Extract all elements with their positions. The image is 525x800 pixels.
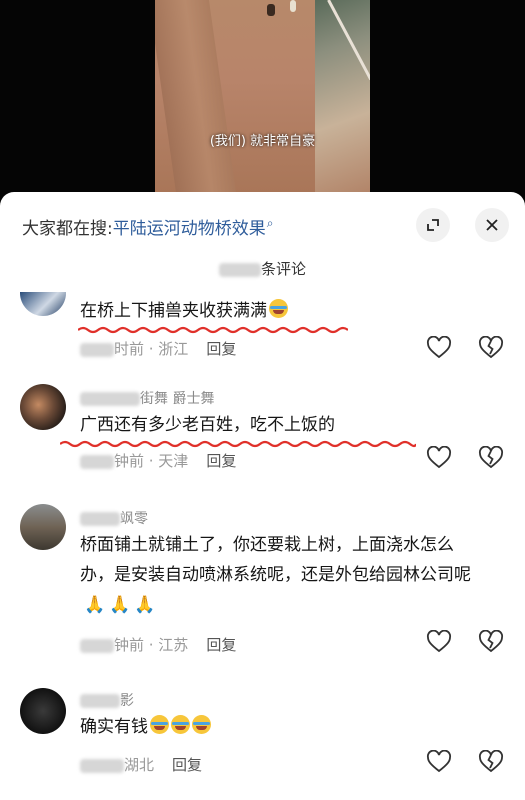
broken-heart-icon bbox=[479, 630, 503, 653]
dislike-button[interactable] bbox=[476, 628, 506, 656]
avatar[interactable] bbox=[20, 384, 66, 430]
blurred-name bbox=[80, 694, 120, 708]
reply-button[interactable]: 回复 bbox=[206, 452, 236, 470]
heart-icon bbox=[427, 446, 451, 469]
expand-button[interactable] bbox=[416, 208, 450, 242]
crying-laughing-emoji bbox=[269, 299, 288, 318]
heart-icon bbox=[427, 336, 451, 359]
comment-text: 确实有钱 bbox=[80, 712, 477, 742]
comment-username[interactable]: 影 bbox=[80, 690, 134, 710]
crying-laughing-emoji bbox=[171, 715, 190, 734]
avatar[interactable] bbox=[20, 688, 66, 734]
comment-meta: 时前 · 浙江 回复 bbox=[80, 338, 236, 359]
blurred-time bbox=[80, 342, 114, 357]
blurred-time bbox=[80, 638, 114, 653]
heart-icon bbox=[427, 630, 451, 653]
blurred-time bbox=[80, 454, 114, 469]
comment-username[interactable]: 飒零 bbox=[80, 508, 148, 528]
broken-heart-icon bbox=[479, 446, 503, 469]
expand-icon bbox=[427, 219, 439, 231]
person-figure bbox=[267, 4, 275, 16]
search-prefix: 大家都在搜: bbox=[22, 219, 113, 239]
comment-text: 在桥上下捕兽夹收获满满 bbox=[80, 296, 477, 326]
pray-emoji: 🙏 bbox=[84, 595, 106, 615]
blurred-time bbox=[80, 758, 124, 773]
reply-button[interactable]: 回复 bbox=[172, 756, 202, 774]
reply-button[interactable]: 回复 bbox=[206, 636, 236, 654]
crying-laughing-emoji bbox=[150, 715, 169, 734]
blurred-name bbox=[80, 392, 140, 406]
person-figure bbox=[290, 0, 296, 12]
close-icon bbox=[486, 219, 498, 231]
comment-count: 条评论 bbox=[0, 258, 525, 279]
comment-meta: 钟前 · 天津 回复 bbox=[80, 450, 236, 471]
avatar[interactable] bbox=[20, 504, 66, 550]
video-subtitle: (我们) 就非常自豪 bbox=[209, 134, 316, 149]
comment-count-label: 条评论 bbox=[260, 260, 306, 278]
like-button[interactable] bbox=[424, 444, 454, 472]
red-underline bbox=[60, 440, 416, 448]
like-button[interactable] bbox=[424, 748, 454, 776]
blurred-name bbox=[80, 512, 120, 526]
close-button[interactable] bbox=[475, 208, 509, 242]
pray-emoji: 🙏 bbox=[109, 595, 131, 615]
reply-button[interactable]: 回复 bbox=[206, 340, 236, 358]
comment-meta: 湖北 回复 bbox=[80, 754, 202, 775]
pray-emoji: 🙏 bbox=[134, 595, 156, 615]
heart-icon bbox=[427, 750, 451, 773]
comment-username[interactable]: 街舞 爵士舞 bbox=[80, 388, 214, 408]
search-query[interactable]: 平陆运河动物桥效果 bbox=[113, 219, 266, 239]
red-underline bbox=[78, 326, 348, 334]
comment-sheet: 大家都在搜:平陆运河动物桥效果⌕ 条评论 在桥上下捕兽夹收获满满 时前 · 浙江… bbox=[0, 192, 525, 800]
dislike-button[interactable] bbox=[476, 334, 506, 362]
like-button[interactable] bbox=[424, 334, 454, 362]
dislike-button[interactable] bbox=[476, 748, 506, 776]
comment-meta: 钟前 · 江苏 回复 bbox=[80, 634, 236, 655]
video-frame bbox=[155, 0, 370, 200]
comment-text: 桥面铺土就铺土了，你还要栽上树，上面浇水怎么办，是安装自动喷淋系统呢，还是外包给… bbox=[80, 530, 485, 620]
like-button[interactable] bbox=[424, 628, 454, 656]
video-player[interactable]: (我们) 就非常自豪 bbox=[0, 0, 525, 200]
comment-text: 广西还有多少老百姓，吃不上饭的 bbox=[80, 415, 335, 435]
crying-laughing-emoji bbox=[192, 715, 211, 734]
broken-heart-icon bbox=[479, 750, 503, 773]
bridge-track bbox=[155, 0, 238, 200]
blurred-count bbox=[218, 262, 261, 277]
search-icon: ⌕ bbox=[266, 216, 274, 231]
broken-heart-icon bbox=[479, 336, 503, 359]
avatar[interactable] bbox=[20, 292, 66, 316]
dislike-button[interactable] bbox=[476, 444, 506, 472]
